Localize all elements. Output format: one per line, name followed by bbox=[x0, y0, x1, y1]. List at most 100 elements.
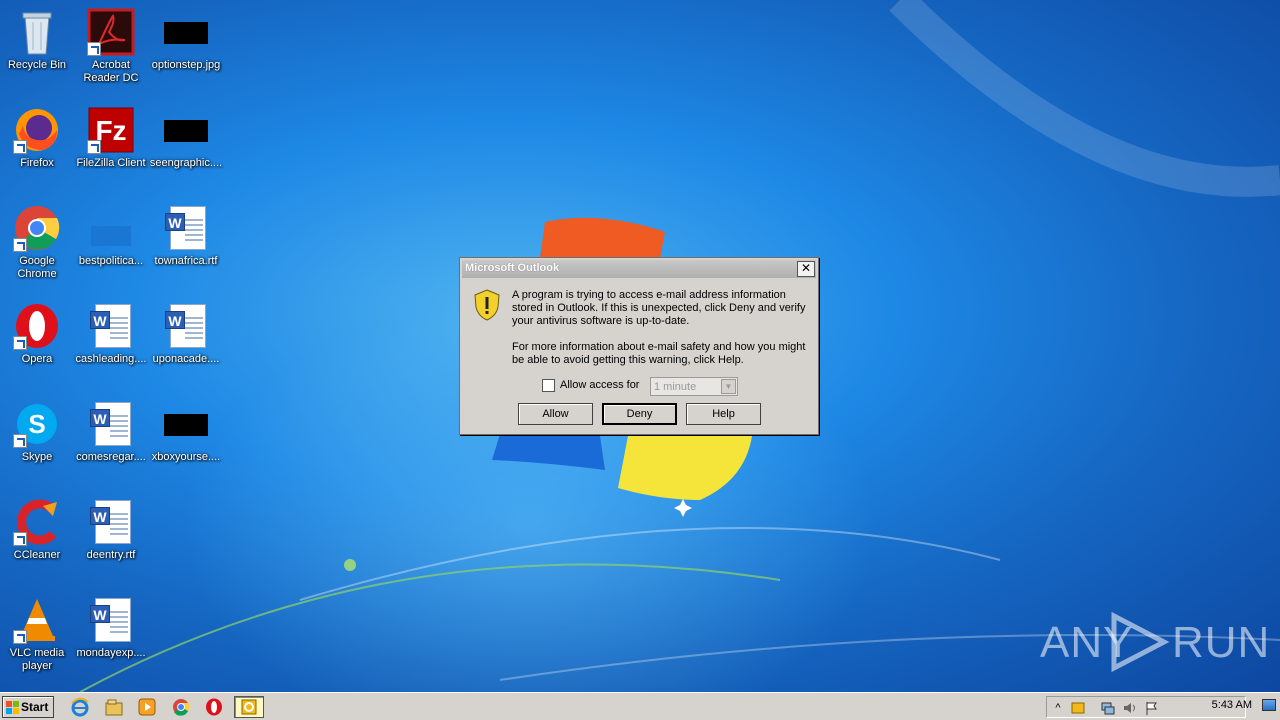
security-warning-shield-icon bbox=[474, 289, 500, 321]
chevron-down-icon[interactable]: ▼ bbox=[721, 379, 736, 394]
allow-access-label[interactable]: Allow access for bbox=[560, 379, 639, 391]
desktop-icon-townafrica[interactable]: W townafrica.rtf bbox=[149, 204, 223, 268]
shortcut-arrow-icon bbox=[13, 238, 27, 252]
desktop-icon-label: deentry.rtf bbox=[86, 549, 136, 561]
filezilla-icon: Fz bbox=[87, 106, 135, 154]
outlook-icon bbox=[241, 699, 257, 715]
desktop-icon-seengraphic[interactable]: seengraphic.... bbox=[149, 106, 223, 170]
recycle-bin-icon bbox=[13, 8, 61, 56]
start-button[interactable]: Start bbox=[2, 696, 54, 718]
anyrun-watermark: ANY RUN bbox=[1040, 612, 1269, 672]
desktop-icon-label: comesregar.... bbox=[76, 451, 146, 463]
shortcut-arrow-icon bbox=[13, 140, 27, 154]
shortcut-arrow-icon bbox=[13, 532, 27, 546]
word-document-icon: W bbox=[87, 400, 135, 448]
outlook-tray-icon[interactable] bbox=[1071, 701, 1085, 715]
dialog-message-warning: A program is trying to access e-mail add… bbox=[512, 289, 806, 327]
desktop-icon-label: optionstep.jpg bbox=[151, 59, 221, 71]
desktop-icon-vlc[interactable]: VLC media player bbox=[0, 596, 74, 673]
allow-access-checkbox[interactable] bbox=[542, 379, 555, 392]
allow-button[interactable]: Allow bbox=[518, 403, 593, 425]
desktop-icon-deentry[interactable]: W deentry.rtf bbox=[74, 498, 148, 562]
close-button[interactable]: ✕ bbox=[797, 261, 815, 277]
start-label: Start bbox=[21, 700, 49, 714]
word-document-icon: W bbox=[87, 498, 135, 546]
desktop-icon-label: VLC media player bbox=[9, 647, 65, 672]
vlc-icon bbox=[13, 596, 61, 644]
opera-icon bbox=[13, 302, 61, 350]
folder-icon bbox=[87, 204, 135, 252]
svg-text:S: S bbox=[28, 409, 45, 439]
desktop-icon-opera[interactable]: Opera bbox=[0, 302, 74, 366]
word-document-icon: W bbox=[162, 302, 210, 350]
skype-icon: S bbox=[13, 400, 61, 448]
outlook-security-dialog: Microsoft Outlook ✕ A program is trying … bbox=[459, 257, 819, 435]
opera-taskbar-icon[interactable] bbox=[204, 697, 226, 717]
ccleaner-icon bbox=[13, 498, 61, 546]
desktop-icon-mondayexp[interactable]: W mondayexp.... bbox=[74, 596, 148, 660]
explorer-icon[interactable] bbox=[104, 697, 126, 717]
desktop-icon-label: FileZilla Client bbox=[76, 157, 146, 169]
shortcut-arrow-icon bbox=[13, 434, 27, 448]
network-icon[interactable] bbox=[1101, 701, 1115, 715]
desktop-icon-label: townafrica.rtf bbox=[154, 255, 218, 267]
desktop-icon-label: uponacade.... bbox=[152, 353, 220, 365]
word-document-icon: W bbox=[87, 302, 135, 350]
desktop-icon-label: mondayexp.... bbox=[76, 647, 146, 659]
firefox-icon bbox=[13, 106, 61, 154]
chrome-taskbar-icon[interactable] bbox=[171, 697, 193, 717]
desktop-icon-optionstep[interactable]: optionstep.jpg bbox=[149, 8, 223, 72]
desktop-icon-filezilla[interactable]: Fz FileZilla Client bbox=[74, 106, 148, 170]
shortcut-arrow-icon bbox=[87, 42, 101, 56]
desktop-icon-label: Firefox bbox=[20, 157, 54, 169]
access-duration-select[interactable]: 1 minute ▼ bbox=[650, 377, 738, 396]
desktop-icon-recycle-bin[interactable]: Recycle Bin bbox=[0, 8, 74, 72]
word-document-icon: W bbox=[87, 596, 135, 644]
image-file-icon bbox=[162, 8, 210, 56]
media-player-icon[interactable] bbox=[137, 697, 159, 717]
desktop-icon-uponacade[interactable]: W uponacade.... bbox=[149, 302, 223, 366]
dialog-message-help: For more information about e-mail safety… bbox=[512, 341, 806, 366]
shortcut-arrow-icon bbox=[13, 336, 27, 350]
shortcut-arrow-icon bbox=[13, 630, 27, 644]
allow-access-row: Allow access for 1 minute ▼ bbox=[542, 377, 742, 397]
dialog-titlebar[interactable]: Microsoft Outlook ✕ bbox=[462, 260, 816, 278]
desktop-icon-label: CCleaner bbox=[13, 549, 61, 561]
play-triangle-icon bbox=[1111, 612, 1170, 672]
show-desktop-button[interactable] bbox=[1262, 699, 1276, 711]
shortcut-arrow-icon bbox=[87, 140, 101, 154]
volume-icon[interactable] bbox=[1123, 701, 1137, 715]
desktop-icon-label: Recycle Bin bbox=[7, 59, 67, 71]
word-document-icon: W bbox=[162, 204, 210, 252]
image-file-icon bbox=[162, 106, 210, 154]
show-hidden-icons-chevron-icon[interactable]: ^ bbox=[1051, 701, 1065, 715]
desktop-icon-acrobat[interactable]: Acrobat Reader DC bbox=[74, 8, 148, 85]
help-button[interactable]: Help bbox=[686, 403, 761, 425]
desktop-icon-firefox[interactable]: Firefox bbox=[0, 106, 74, 170]
outlook-taskbar-button[interactable] bbox=[234, 696, 264, 718]
taskbar: Start ^ 5:43 AM bbox=[0, 692, 1280, 720]
desktop-icon-label: Acrobat Reader DC bbox=[83, 59, 139, 84]
desktop-icon-ccleaner[interactable]: CCleaner bbox=[0, 498, 74, 562]
desktop-icon-label: Google Chrome bbox=[17, 255, 57, 280]
internet-explorer-icon[interactable] bbox=[70, 697, 92, 717]
desktop-icon-label: Opera bbox=[21, 353, 53, 365]
watermark-right: RUN bbox=[1172, 618, 1271, 667]
clock[interactable]: 5:43 AM bbox=[1212, 699, 1252, 711]
desktop-icon-chrome[interactable]: Google Chrome bbox=[0, 204, 74, 281]
desktop-icon-bestpolitica[interactable]: bestpolitica... bbox=[74, 204, 148, 268]
desktop-icon-label: cashleading.... bbox=[75, 353, 147, 365]
desktop-icon-label: seengraphic.... bbox=[149, 157, 223, 169]
dialog-title: Microsoft Outlook bbox=[465, 262, 560, 274]
windows-logo-icon bbox=[6, 701, 19, 714]
deny-button[interactable]: Deny bbox=[602, 403, 677, 425]
desktop-icon-label: bestpolitica... bbox=[78, 255, 144, 267]
desktop-icon-skype[interactable]: S Skype bbox=[0, 400, 74, 464]
image-file-icon bbox=[162, 400, 210, 448]
access-duration-value: 1 minute bbox=[654, 381, 697, 393]
desktop-icon-comesregar[interactable]: W comesregar.... bbox=[74, 400, 148, 464]
chrome-icon bbox=[13, 204, 61, 252]
desktop-icon-cashleading[interactable]: W cashleading.... bbox=[74, 302, 148, 366]
desktop-icon-xboxyourse[interactable]: xboxyourse.... bbox=[149, 400, 223, 464]
action-center-flag-icon[interactable] bbox=[1145, 701, 1159, 715]
